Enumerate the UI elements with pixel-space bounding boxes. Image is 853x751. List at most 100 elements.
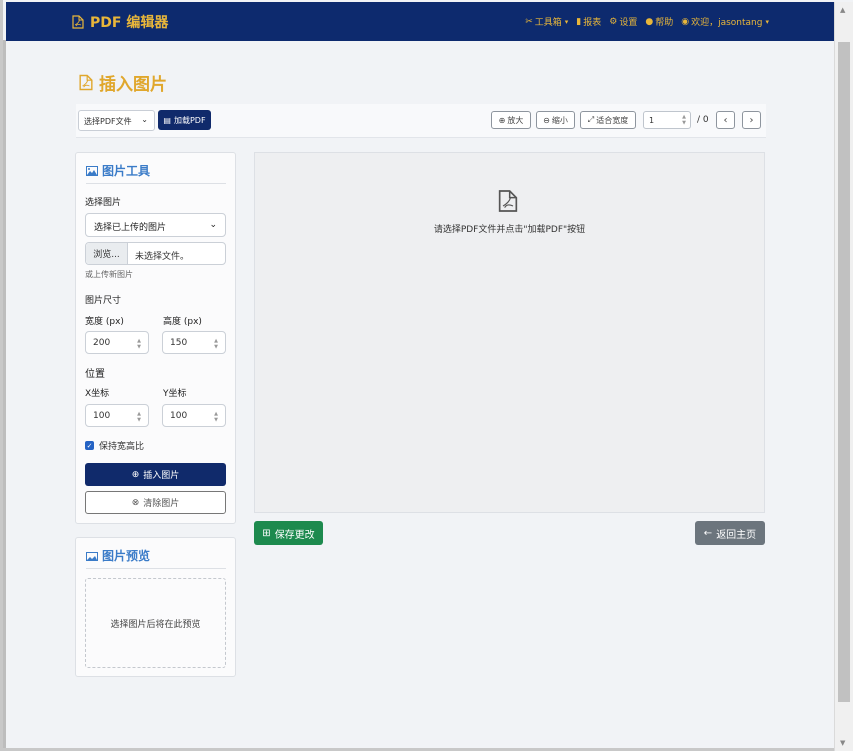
- nav-user-label: 欢迎，jasontang: [691, 18, 763, 28]
- image-preview-panel: 图片预览 选择图片后将在此预览: [75, 537, 236, 677]
- gear-icon: ⚙: [609, 16, 618, 27]
- y-label: Y坐标: [163, 389, 187, 399]
- caret-down-icon: ▾: [564, 17, 569, 26]
- nav-toolbox-label: 工具箱: [534, 18, 562, 28]
- page-number-input[interactable]: 1 ▲ ▼: [643, 111, 691, 129]
- keep-ratio-label: 保持宽高比: [99, 442, 145, 452]
- spinner-icon[interactable]: ▲ ▼: [137, 338, 141, 350]
- brand-title: PDF 编辑器: [90, 15, 169, 31]
- nav-settings[interactable]: ⚙ 设置: [609, 15, 638, 29]
- pdf-select-value: 选择PDF文件: [84, 117, 132, 126]
- preview-area: 选择图片后将在此预览: [85, 578, 226, 668]
- x-label: X坐标: [85, 389, 110, 399]
- image-tools-panel: 图片工具 选择图片 选择已上传的图片 ⌄ 浏览... 未选择文件。 或上传新图片…: [75, 152, 236, 524]
- scroll-thumb[interactable]: [838, 42, 850, 702]
- next-page-button[interactable]: ›: [742, 111, 761, 129]
- page-title-text: 插入图片: [99, 75, 167, 95]
- scroll-down-icon[interactable]: ▼: [840, 739, 845, 747]
- save-label: 保存更改: [274, 529, 315, 541]
- browse-button[interactable]: 浏览...: [86, 243, 128, 264]
- y-value: 100: [170, 411, 188, 421]
- height-input[interactable]: 150 ▲ ▼: [162, 331, 226, 354]
- width-label: 宽度 (px): [85, 317, 124, 327]
- position-label: 位置: [85, 369, 105, 380]
- nav-help-label: 帮助: [655, 18, 674, 28]
- spinner-icon[interactable]: ▲ ▼: [682, 114, 686, 126]
- upload-hint: 或上传新图片: [85, 270, 133, 279]
- zoom-out-button[interactable]: ⊖ 缩小: [536, 111, 575, 129]
- divider: [86, 183, 226, 184]
- spinner-icon[interactable]: ▲ ▼: [214, 338, 218, 350]
- file-upload-input[interactable]: 浏览... 未选择文件。: [85, 242, 226, 265]
- insert-image-label: 插入图片: [143, 471, 180, 481]
- width-input[interactable]: 200 ▲ ▼: [85, 331, 149, 354]
- pdf-viewer[interactable]: 请选择PDF文件并点击"加载PDF"按钮: [254, 152, 765, 513]
- pdf-select[interactable]: 选择PDF文件 ⌄: [78, 110, 155, 131]
- no-file-text: 未选择文件。: [135, 252, 190, 262]
- caret-down-icon: ▾: [765, 17, 769, 26]
- divider: [86, 568, 226, 569]
- nav-settings-label: 设置: [619, 18, 638, 28]
- nav-reports[interactable]: ▮ 报表: [576, 15, 601, 29]
- save-changes-button[interactable]: ⊞ 保存更改: [254, 521, 323, 545]
- nav-menu: ✂ 工具箱 ▾ ▮ 报表 ⚙ 设置 ● 帮助 ◉ 欢迎，jasontang ▾: [525, 15, 769, 29]
- images-icon: [86, 551, 98, 561]
- chevron-right-icon: ›: [749, 114, 754, 126]
- page-number-value: 1: [649, 116, 655, 125]
- viewer-message: 请选择PDF文件并点击"加载PDF"按钮: [433, 225, 586, 235]
- x-input[interactable]: 100 ▲ ▼: [85, 404, 149, 427]
- select-image-dropdown[interactable]: 选择已上传的图片 ⌄: [85, 213, 226, 237]
- tools-icon: ✂: [525, 16, 533, 27]
- user-circle-icon: ◉: [681, 16, 690, 27]
- chevron-left-icon: ‹: [723, 114, 728, 126]
- spinner-icon[interactable]: ▲ ▼: [137, 411, 141, 423]
- page-total: / 0: [697, 115, 709, 125]
- select-image-label: 选择图片: [85, 198, 122, 208]
- scroll-up-icon[interactable]: ▲: [840, 6, 845, 14]
- clear-image-label: 清除图片: [143, 499, 180, 509]
- brand[interactable]: PDF 编辑器: [72, 12, 168, 32]
- chevron-down-icon: ⌄: [141, 115, 148, 124]
- back-label: 返回主页: [716, 529, 757, 541]
- keep-ratio-checkbox[interactable]: ✓: [85, 441, 94, 450]
- nav-user[interactable]: ◉ 欢迎，jasontang ▾: [681, 15, 769, 29]
- y-input[interactable]: 100 ▲ ▼: [162, 404, 226, 427]
- height-value: 150: [170, 338, 188, 348]
- prev-page-button[interactable]: ‹: [716, 111, 735, 129]
- image-tools-title: 图片工具: [86, 162, 150, 179]
- file-icon: ▤: [163, 115, 171, 125]
- plus-circle-icon: ⊕: [131, 469, 140, 480]
- pdf-toolbar: 选择PDF文件 ⌄ ▤ 加载PDF ⊕ 放大 ⊖ 缩小 ⤢ 适合宽度 1 ▲ ▼ …: [76, 104, 766, 138]
- size-label: 图片尺寸: [85, 296, 122, 306]
- chevron-down-icon: ⌄: [209, 220, 217, 230]
- top-navbar: PDF 编辑器 ✂ 工具箱 ▾ ▮ 报表 ⚙ 设置 ● 帮助 ◉ 欢迎，jaso…: [6, 2, 837, 41]
- nav-toolbox[interactable]: ✂ 工具箱 ▾: [525, 15, 569, 29]
- bar-chart-icon: ▮: [576, 16, 582, 27]
- zoom-out-label: 缩小: [551, 115, 568, 125]
- image-tools-title-text: 图片工具: [102, 164, 151, 178]
- expand-icon: ⤢: [587, 115, 595, 124]
- preview-placeholder: 选择图片后将在此预览: [110, 619, 201, 630]
- load-pdf-button[interactable]: ▤ 加载PDF: [158, 110, 211, 130]
- save-icon: ⊞: [262, 527, 271, 539]
- arrow-left-icon: ←: [703, 527, 713, 539]
- clear-image-button[interactable]: ⊗ 清除图片: [85, 491, 226, 514]
- spinner-icon[interactable]: ▲ ▼: [214, 411, 218, 423]
- nav-help[interactable]: ● 帮助: [645, 15, 674, 29]
- keep-ratio-row[interactable]: ✓ 保持宽高比: [85, 439, 144, 452]
- insert-image-button[interactable]: ⊕ 插入图片: [85, 463, 226, 486]
- zoom-out-icon: ⊖: [543, 115, 550, 125]
- zoom-in-button[interactable]: ⊕ 放大: [491, 111, 531, 129]
- zoom-in-label: 放大: [507, 115, 524, 125]
- load-pdf-label: 加载PDF: [173, 115, 206, 125]
- pdf-file-icon: [79, 74, 93, 91]
- browse-label: 浏览...: [93, 250, 120, 260]
- pdf-file-icon: [72, 15, 84, 29]
- vertical-scrollbar[interactable]: ▲ ▼: [834, 2, 853, 751]
- window-edge: [3, 40, 6, 751]
- back-home-button[interactable]: ← 返回主页: [695, 521, 765, 545]
- fit-width-button[interactable]: ⤢ 适合宽度: [580, 111, 636, 129]
- pdf-file-icon: [498, 190, 518, 212]
- question-circle-icon: ●: [645, 16, 654, 27]
- browser-window: PDF 编辑器 ✂ 工具箱 ▾ ▮ 报表 ⚙ 设置 ● 帮助 ◉ 欢迎，jaso…: [0, 0, 853, 751]
